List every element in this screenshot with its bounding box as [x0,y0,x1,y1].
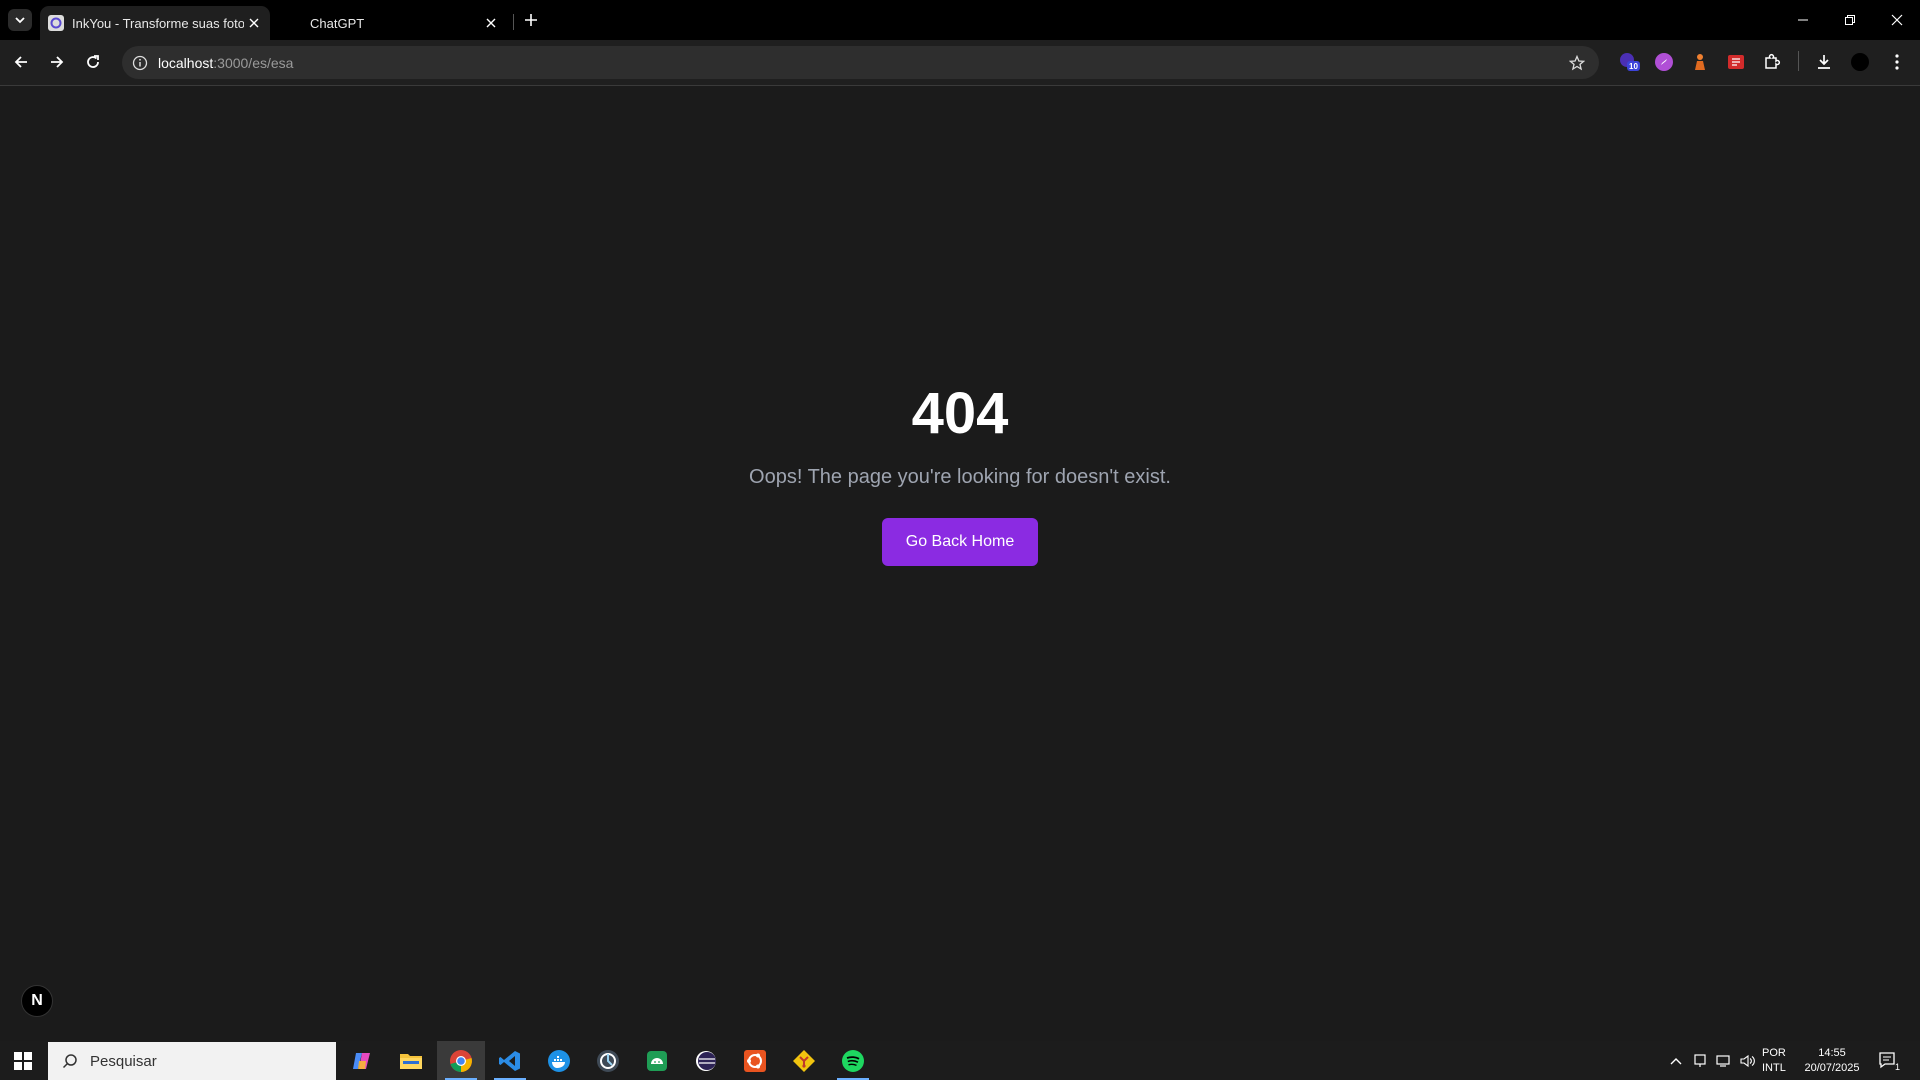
purple-extension-icon[interactable]: 10 [1618,51,1640,73]
windows-logo-icon [14,1051,32,1070]
keyboard-language[interactable]: POR INTL [1762,1046,1786,1076]
app-icon[interactable] [584,1041,632,1080]
download-icon[interactable] [1813,51,1835,73]
arrow-right-icon [51,56,64,68]
close-icon [1891,14,1903,26]
toolbar-divider [1798,51,1799,71]
start-button[interactable] [0,1041,46,1080]
tab-strip: InkYou - Transforme suas fotos ChatGPT [0,0,1920,40]
browser-toolbar: localhost:3000/es/esa 10 [0,40,1920,86]
chevron-down-icon [15,17,25,24]
show-hidden-icons-chevron-icon[interactable] [1666,1041,1686,1080]
notification-icon: 1 [1879,1051,1900,1071]
android-studio-icon[interactable] [633,1041,681,1080]
nextjs-dev-indicator[interactable]: N [21,985,53,1017]
tab-title: InkYou - Transforme suas fotos [72,15,244,31]
eclipse-icon[interactable] [682,1041,730,1080]
go-back-home-button[interactable]: Go Back Home [882,518,1038,566]
search-icon [62,1053,78,1069]
restore-icon [1845,15,1855,25]
taskbar-search-box[interactable]: Pesquisar [48,1042,336,1080]
restore-button[interactable] [1827,0,1873,40]
forward-button[interactable] [45,50,69,74]
site-info-icon[interactable] [132,55,148,71]
windows-taskbar: Pesquisar POR INTL 14:55 20/07/2025 1 [0,1041,1920,1080]
compass-extension-icon[interactable] [1653,51,1675,73]
orange-figure-extension-icon[interactable] [1689,51,1711,73]
volume-icon[interactable] [1738,1041,1758,1080]
puzzle-extensions-icon[interactable] [1761,51,1783,73]
device-icon[interactable] [1690,1041,1710,1080]
inkyou-favicon-icon [48,15,64,31]
reload-button[interactable] [81,50,105,74]
extension-badge: 10 [1629,62,1638,71]
minimize-button[interactable] [1780,0,1826,40]
close-window-button[interactable] [1874,0,1920,40]
error-message: Oops! The page you're looking for doesn'… [749,466,1171,488]
spotify-icon[interactable] [829,1041,877,1080]
close-icon[interactable] [481,13,501,33]
file-explorer-icon[interactable] [387,1041,435,1080]
bookmark-star-icon[interactable] [1567,53,1587,73]
arrow-left-icon [14,56,27,68]
network-icon[interactable] [1714,1041,1734,1080]
clock-time: 14:55 [1818,1047,1846,1059]
vscode-icon[interactable] [486,1041,534,1080]
tab-chatgpt[interactable]: ChatGPT [282,6,507,40]
error-code-heading: 404 [911,381,1009,446]
menu-kebab-icon[interactable] [1886,51,1908,73]
url-text: localhost:3000/es/esa [158,54,294,71]
tab-search-button[interactable] [8,9,32,31]
tab-inkyou[interactable]: InkYou - Transforme suas fotos [40,6,270,40]
address-bar[interactable]: localhost:3000/es/esa [122,46,1599,79]
notification-center-button[interactable]: 1 [1872,1041,1906,1080]
new-tab-button[interactable] [520,9,542,31]
reload-icon [87,55,99,68]
red-box-extension-icon[interactable] [1725,51,1747,73]
git-icon[interactable] [780,1041,828,1080]
notification-count: 1 [1895,1062,1900,1071]
search-placeholder: Pesquisar [90,1052,157,1070]
plus-icon [525,14,537,26]
docker-icon[interactable] [535,1041,583,1080]
tab-title: ChatGPT [310,15,365,31]
minimize-icon [1798,19,1808,21]
tab-divider [513,14,514,30]
copilot-icon[interactable] [338,1041,386,1080]
back-button[interactable] [9,50,33,74]
system-clock[interactable]: 14:55 20/07/2025 [1800,1046,1864,1076]
ubuntu-icon[interactable] [731,1041,779,1080]
chrome-icon[interactable] [437,1041,485,1080]
close-icon[interactable] [244,13,264,33]
clock-date: 20/07/2025 [1804,1062,1860,1074]
profile-avatar-icon[interactable] [1849,51,1871,73]
